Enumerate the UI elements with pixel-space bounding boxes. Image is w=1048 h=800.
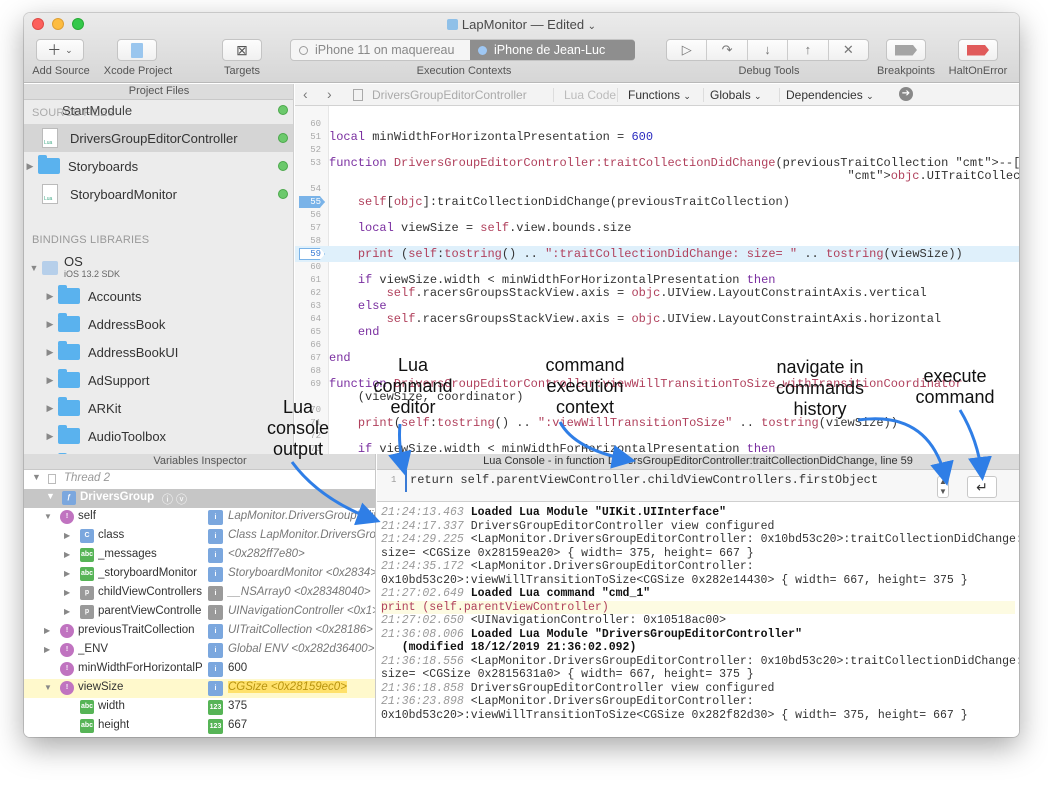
arrow-console-output xyxy=(290,461,381,526)
arrow-execution-context xyxy=(558,421,636,469)
arrow-execute xyxy=(958,409,992,481)
line-number[interactable]: 55 xyxy=(295,194,321,210)
annotation-arrows xyxy=(290,409,992,526)
arrow-history xyxy=(857,417,954,486)
line-number[interactable]: 59 xyxy=(295,246,321,262)
arrow-command-editor xyxy=(388,423,412,476)
